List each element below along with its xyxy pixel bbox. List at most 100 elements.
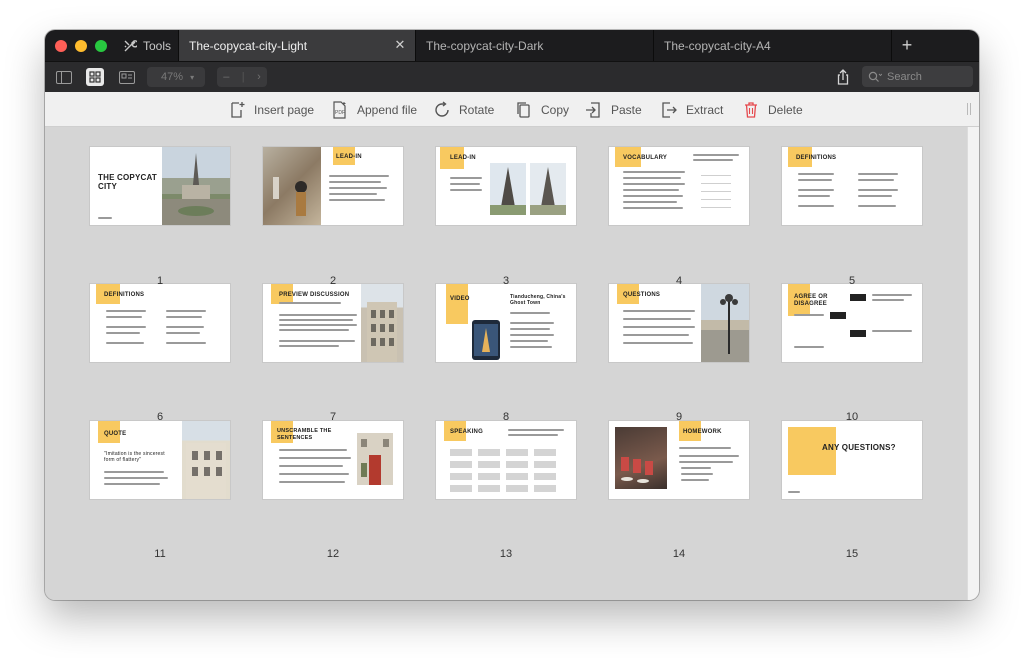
toolbar-grip[interactable] [967, 103, 971, 115]
text-line [450, 189, 482, 191]
minimize-window-button[interactable] [75, 40, 87, 52]
grid-view-button[interactable] [86, 68, 104, 86]
sidebar-toggle-button[interactable] [55, 68, 73, 86]
page-thumbnail-14[interactable]: HOMEWORK [609, 421, 749, 499]
text-line [508, 434, 558, 436]
paste-icon [586, 101, 600, 118]
pager-divider: | [241, 71, 245, 83]
word-card [506, 485, 528, 492]
text-line [166, 310, 206, 312]
page-title: SPEAKING [450, 429, 483, 435]
page-navigator[interactable]: – | › [217, 67, 267, 87]
page-thumbnail-15[interactable]: ANY QUESTIONS? [782, 421, 922, 499]
text-line [106, 332, 140, 334]
append-file-button[interactable]: PDF Append file [331, 99, 417, 120]
text-line [858, 179, 894, 181]
delete-label: Delete [768, 102, 803, 117]
page-thumbnail-12[interactable]: UNSCRAMBLE THE SENTENCES [263, 421, 403, 499]
rotate-button[interactable]: Rotate [433, 99, 494, 120]
text-line [106, 342, 144, 344]
page-thumbnail-13[interactable]: SPEAKING [436, 421, 576, 499]
share-button[interactable] [833, 67, 853, 87]
delete-button[interactable]: Delete [742, 99, 803, 120]
text-line [693, 154, 739, 156]
zoom-window-button[interactable] [95, 40, 107, 52]
word-card [450, 461, 472, 468]
text-line [623, 177, 681, 179]
copy-button[interactable]: Copy [515, 99, 569, 120]
page-thumbnail-9[interactable]: QUESTIONS [609, 284, 749, 362]
tools-icon [124, 40, 137, 52]
close-window-button[interactable] [55, 40, 67, 52]
text-line [872, 330, 912, 332]
text-line [279, 329, 349, 331]
tab-label: The-copycat-city-Dark [426, 38, 544, 53]
text-line [279, 324, 357, 326]
word-card [506, 461, 528, 468]
text-line [329, 187, 387, 189]
text-line [279, 302, 341, 304]
next-page-icon[interactable]: › [257, 71, 261, 83]
tab-document-a4[interactable]: The-copycat-city-A4 [653, 30, 891, 61]
tab-document-dark[interactable]: The-copycat-city-Dark [415, 30, 653, 61]
page-view-button[interactable] [118, 68, 136, 86]
vertical-scrollbar[interactable] [967, 127, 979, 600]
page-title: DEFINITIONS [104, 292, 145, 298]
page-thumbnail-7[interactable]: PREVIEW DISCUSSION [263, 284, 403, 362]
extract-button[interactable]: Extract [660, 99, 723, 120]
text-line [510, 322, 554, 324]
text-line [681, 467, 711, 469]
page-title: LEAD-IN [450, 155, 476, 161]
text-line [279, 481, 345, 483]
text-line [329, 193, 377, 195]
insert-page-button[interactable]: Insert page [228, 99, 314, 120]
page-title: VIDEO [450, 296, 470, 302]
page-thumbnail-6[interactable]: DEFINITIONS [90, 284, 230, 362]
page-thumbnail-11[interactable]: QUOTE "Imitation is the sincerest form o… [90, 421, 230, 499]
search-field[interactable]: Search [862, 66, 973, 87]
text-line [798, 205, 834, 207]
tools-button[interactable]: Tools [123, 36, 171, 56]
text-line [166, 316, 202, 318]
text-line [329, 181, 381, 183]
zoom-value: 47% [161, 71, 184, 83]
page-grid: THE COPYCAT CITY 1 LEAD-IN 2 LEAD-IN 3 V… [45, 127, 967, 600]
page-thumbnail-4[interactable]: VOCABULARY [609, 147, 749, 225]
close-tab-icon[interactable]: ✕ [393, 38, 407, 52]
tab-document-light[interactable]: The-copycat-city-Light ✕ [178, 30, 415, 61]
text-line [279, 314, 357, 316]
text-line [858, 173, 898, 175]
text-line [872, 299, 904, 301]
text-line [279, 473, 349, 475]
text-line [510, 328, 550, 330]
text-line [279, 465, 343, 467]
text-line [623, 183, 685, 185]
answer-line [701, 191, 731, 192]
page-number: 15 [845, 548, 859, 560]
word-card [478, 485, 500, 492]
page-thumbnail-5[interactable]: DEFINITIONS [782, 147, 922, 225]
text-line [798, 173, 834, 175]
agree-marker [850, 294, 866, 301]
copy-icon [517, 101, 530, 118]
page-actions-bar: Insert page PDF Append file Rotate Copy … [45, 92, 979, 127]
text-line [329, 175, 389, 177]
text-line [623, 326, 695, 328]
page-number: 14 [672, 548, 686, 560]
page-thumbnail-2[interactable]: LEAD-IN [263, 147, 403, 225]
text-line [279, 340, 355, 342]
svg-text:PDF: PDF [335, 110, 345, 116]
page-thumbnail-1[interactable]: THE COPYCAT CITY [90, 147, 230, 225]
footer-text [98, 217, 112, 219]
text-line [623, 207, 683, 209]
page-thumbnail-8[interactable]: VIDEO Tianducheng, China's Ghost Town [436, 284, 576, 362]
previous-page-icon[interactable]: – [223, 71, 229, 83]
zoom-control[interactable]: 47% ▾ [147, 67, 205, 87]
eiffel-tower-photo-2 [530, 163, 566, 215]
paste-button[interactable]: Paste [585, 99, 642, 120]
new-tab-button[interactable]: + [897, 35, 917, 55]
page-thumbnail-3[interactable]: LEAD-IN [436, 147, 576, 225]
text-line [858, 195, 892, 197]
page-number: 11 [154, 548, 166, 560]
page-thumbnail-10[interactable]: AGREE OR DISAGREE [782, 284, 922, 362]
